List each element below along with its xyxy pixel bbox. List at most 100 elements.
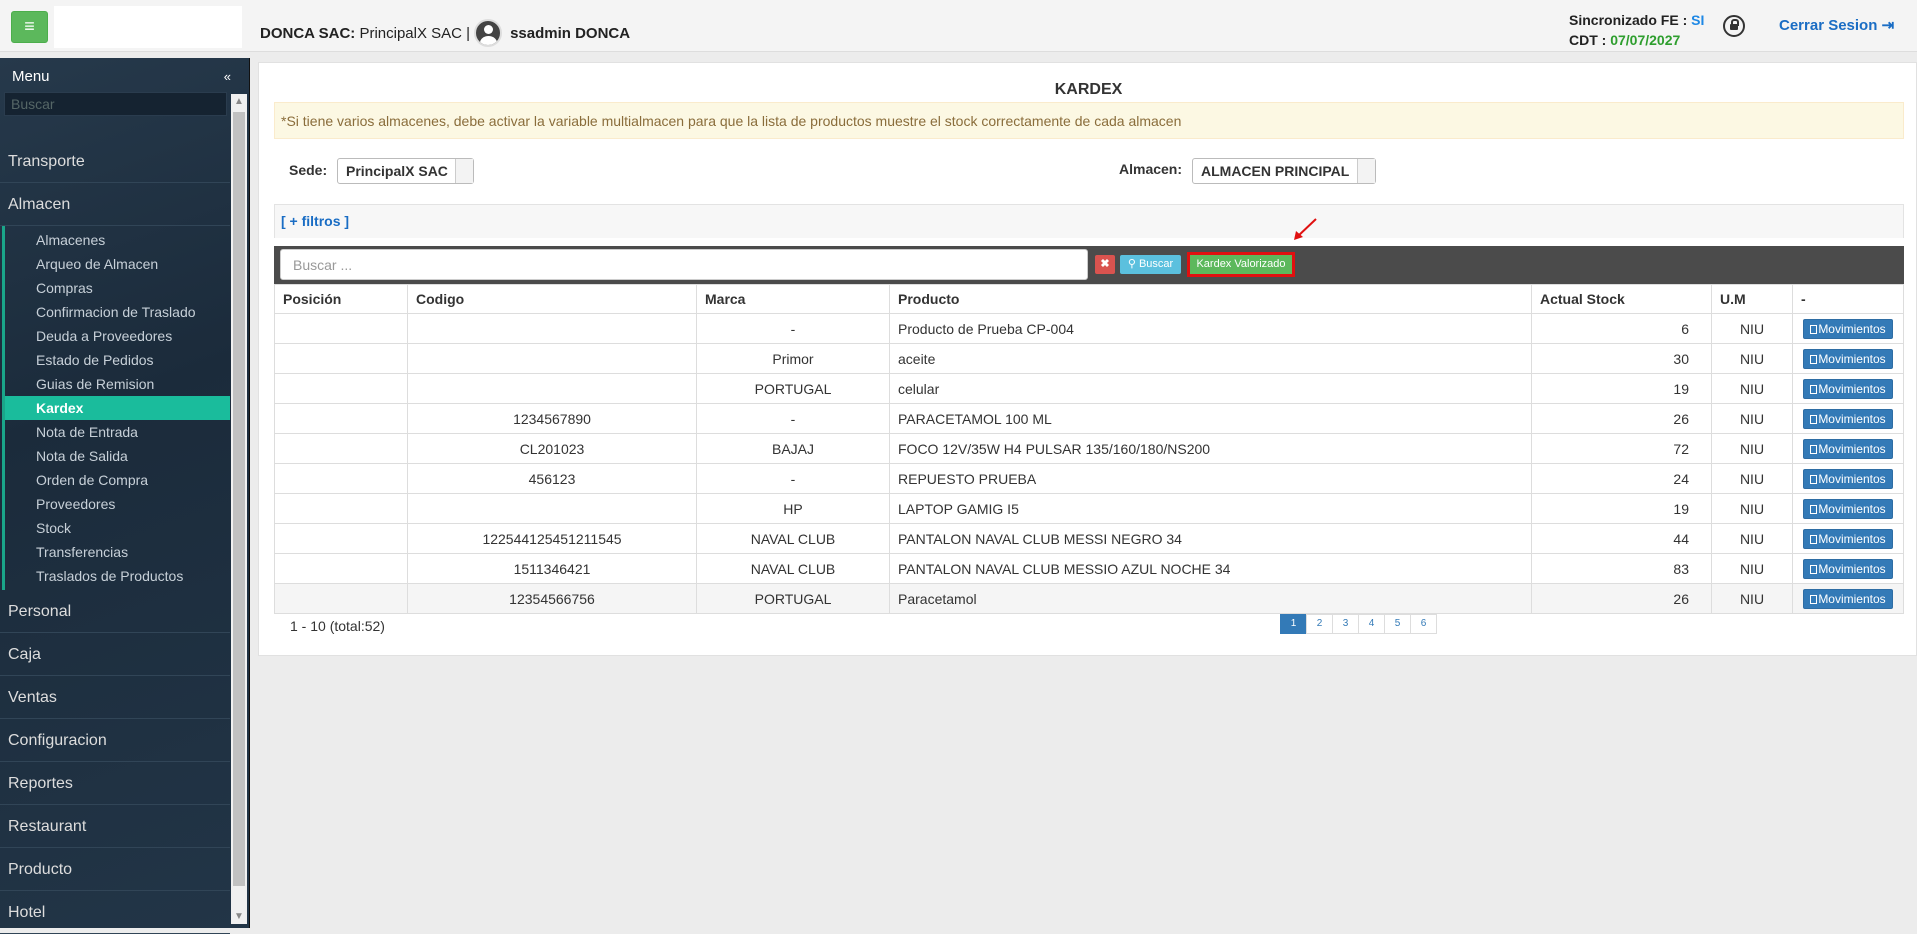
movimientos-button[interactable]: Movimientos [1803,438,1893,459]
submenu-item-kardex[interactable]: Kardex [5,396,230,420]
page-2[interactable]: 2 [1306,614,1333,634]
sidebar-search-input[interactable]: Buscar [4,92,227,116]
cell-posicion [274,403,408,434]
sidebar-item-reportes[interactable]: Reportes [0,762,230,805]
cell-codigo: CL201023 [407,433,697,464]
movimientos-button[interactable]: Movimientos [1803,408,1893,429]
cell-stock: 26 [1531,403,1712,434]
submenu-item-orden-compra[interactable]: Orden de Compra [5,468,230,492]
logo-area [54,6,242,48]
sidebar-item-caja[interactable]: Caja [0,633,230,676]
sidebar-item-almacen[interactable]: Almacen [0,183,230,226]
page-4[interactable]: 4 [1358,614,1385,634]
movimientos-label: Movimientos [1818,411,1886,426]
logout-label: Cerrar Sesion [1779,17,1878,34]
submenu-item-deuda-proveedores[interactable]: Deuda a Proveedores [5,324,230,348]
col-posicion[interactable]: Posición [274,284,408,314]
product-search-input[interactable]: Buscar ... [280,249,1088,280]
avatar[interactable] [474,19,503,47]
movimientos-button[interactable]: Movimientos [1803,378,1893,399]
sync-status: Sincronizado FE : SI CDT : 07/07/2027 [1569,10,1704,50]
cell-action: Movimientos [1792,523,1904,554]
logout-button[interactable]: Cerrar Sesion ⇥ [1779,16,1894,34]
sidebar-item-restaurant[interactable]: Restaurant [0,805,230,848]
cell-stock: 19 [1531,493,1712,524]
cell-action: Movimientos [1792,433,1904,464]
sidebar-item-producto[interactable]: Producto [0,848,230,891]
page-5[interactable]: 5 [1384,614,1411,634]
cell-um: NIU [1711,583,1793,614]
submenu-item-estado-pedidos[interactable]: Estado de Pedidos [5,348,230,372]
movimientos-label: Movimientos [1818,471,1886,486]
col-codigo[interactable]: Codigo [407,284,697,314]
cell-posicion [274,493,408,524]
sidebar-item-transporte[interactable]: Transporte [0,140,230,183]
page-6[interactable]: 6 [1410,614,1437,634]
col-um[interactable]: U.M [1711,284,1793,314]
movimientos-label: Movimientos [1818,381,1886,396]
col-stock[interactable]: Actual Stock [1531,284,1712,314]
movimientos-button[interactable]: Movimientos [1803,318,1893,339]
menu-toggle-button[interactable]: ≡ [11,11,48,43]
cell-producto: PARACETAMOL 100 ML [889,403,1532,434]
filters-toggle-link[interactable]: [ + filtros ] [281,213,349,229]
cell-producto: Paracetamol [889,583,1532,614]
movimientos-label: Movimientos [1818,441,1886,456]
submenu-item-guias-remision[interactable]: Guias de Remision [5,372,230,396]
cell-um: NIU [1711,373,1793,404]
sede-select[interactable]: PrincipalX SAC [337,158,474,184]
sidebar-item-configuracion[interactable]: Configuracion [0,719,230,762]
close-icon: ✖ [1100,258,1110,270]
cell-marca: - [696,313,890,344]
document-icon [1810,444,1818,454]
collapse-icon[interactable]: « [224,69,231,84]
movimientos-label: Movimientos [1818,561,1886,576]
almacen-select[interactable]: ALMACEN PRINCIPAL [1192,158,1376,184]
scroll-down-icon[interactable]: ▼ [234,911,244,922]
movimientos-button[interactable]: Movimientos [1803,468,1893,489]
cell-marca: PORTUGAL [696,583,890,614]
submenu-item-stock[interactable]: Stock [5,516,230,540]
almacen-label: Almacen: [1119,161,1183,177]
submenu-item-transferencias[interactable]: Transferencias [5,540,230,564]
submenu-item-nota-salida[interactable]: Nota de Salida [5,444,230,468]
search-button[interactable]: ⚲ Buscar [1120,255,1181,274]
cell-action: Movimientos [1792,313,1904,344]
search-icon: ⚲ [1127,258,1136,270]
lock-icon[interactable] [1723,15,1745,37]
cell-producto: PANTALON NAVAL CLUB MESSI NEGRO 34 [889,523,1532,554]
page-3[interactable]: 3 [1332,614,1359,634]
movimientos-button[interactable]: Movimientos [1803,528,1893,549]
cell-stock: 30 [1531,343,1712,374]
cell-action: Movimientos [1792,373,1904,404]
col-marca[interactable]: Marca [696,284,890,314]
table-row: PORTUGAL celular 19 NIU Movimientos [274,373,1904,404]
cell-um: NIU [1711,523,1793,554]
submenu-item-traslados-productos[interactable]: Traslados de Productos [5,564,230,588]
movimientos-button[interactable]: Movimientos [1803,348,1893,369]
cdt-label: CDT : [1569,32,1607,48]
movimientos-button[interactable]: Movimientos [1803,558,1893,579]
page-1[interactable]: 1 [1280,614,1307,634]
clear-search-button[interactable]: ✖ [1095,255,1115,274]
sidebar-scrollbar[interactable]: ▲ ▼ [231,94,247,924]
submenu-item-nota-entrada[interactable]: Nota de Entrada [5,420,230,444]
submenu-item-almacenes[interactable]: Almacenes [5,228,230,252]
sidebar-item-personal[interactable]: Personal [0,590,230,633]
search-placeholder: Buscar ... [293,257,353,273]
company-name: DONCA SAC: [260,24,356,42]
submenu-item-proveedores[interactable]: Proveedores [5,492,230,516]
sidebar-item-ventas[interactable]: Ventas [0,676,230,719]
submenu-item-arqueo[interactable]: Arqueo de Almacen [5,252,230,276]
document-icon [1810,354,1818,364]
sidebar: Menu « Buscar ▲ ▼ Transporte Almacen Alm… [0,58,250,934]
col-producto[interactable]: Producto [889,284,1532,314]
cell-codigo: 1511346421 [407,553,697,584]
movimientos-button[interactable]: Movimientos [1803,588,1893,609]
scroll-thumb[interactable] [233,112,245,886]
kardex-valorizado-button[interactable]: Kardex Valorizado [1190,255,1292,274]
movimientos-button[interactable]: Movimientos [1803,498,1893,519]
scroll-up-icon[interactable]: ▲ [234,96,244,107]
submenu-item-compras[interactable]: Compras [5,276,230,300]
submenu-item-confirmacion-traslado[interactable]: Confirmacion de Traslado [5,300,230,324]
